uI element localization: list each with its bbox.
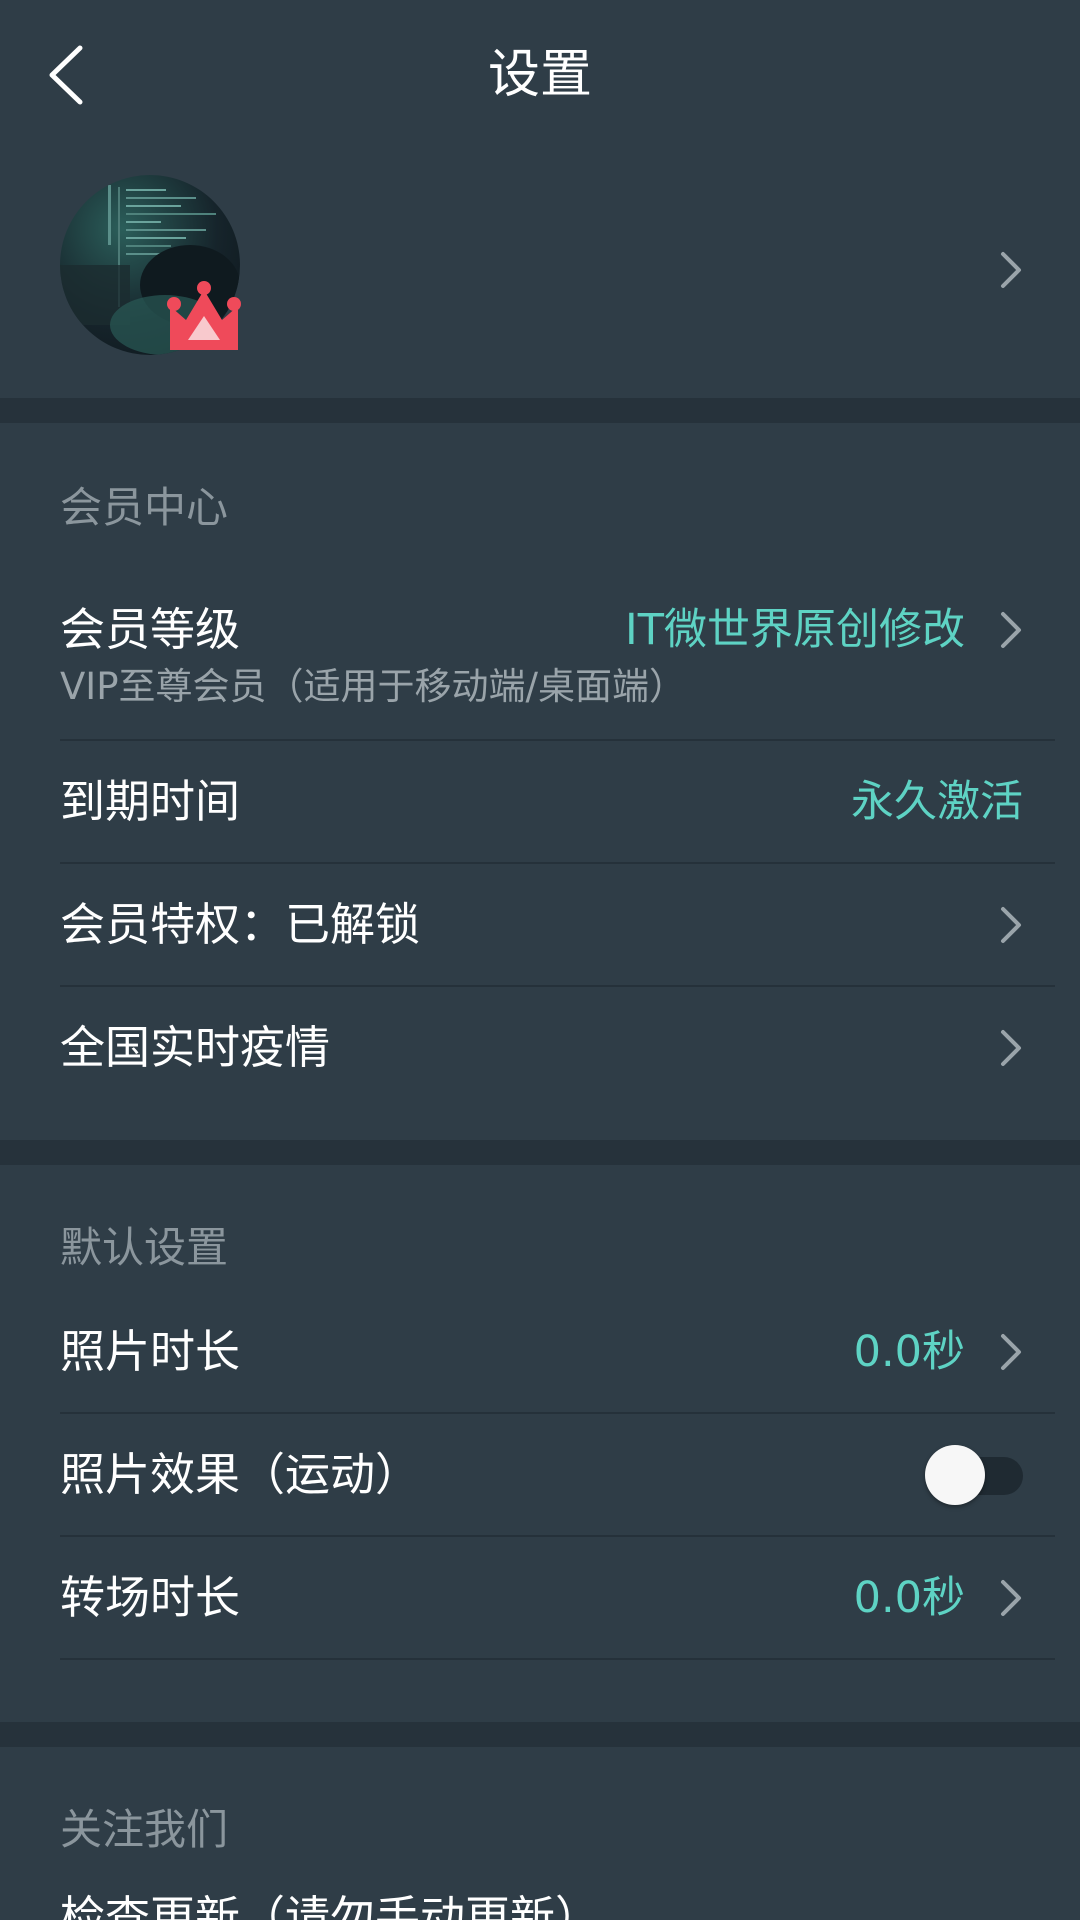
- toggle-knob: [925, 1445, 985, 1505]
- chevron-right-icon: [998, 1330, 1024, 1374]
- member-level-label: 会员等级: [60, 603, 241, 656]
- photo-duration-label: 照片时长: [60, 1325, 241, 1378]
- photo-duration-value: 0.0秒: [853, 1327, 965, 1377]
- divider: [60, 1658, 1055, 1660]
- row-privileges[interactable]: 会员特权：已解锁: [0, 863, 1080, 985]
- chevron-right-icon: [998, 903, 1024, 947]
- section-title-follow: 关注我们: [60, 1805, 229, 1854]
- photo-effect-label: 照片效果（运动）: [60, 1448, 421, 1501]
- chevron-right-icon: [998, 1576, 1024, 1620]
- row-transition-duration[interactable]: 转场时长 0.0秒: [0, 1536, 1080, 1658]
- transition-value: 0.0秒: [853, 1573, 965, 1623]
- member-level-value: IT微世界原创修改: [625, 605, 965, 655]
- row-photo-effect: 照片效果（运动）: [0, 1413, 1080, 1535]
- profile-row[interactable]: [0, 150, 1080, 395]
- epidemic-label: 全国实时疫情: [60, 1021, 331, 1074]
- expiry-value: 永久激活: [851, 777, 1023, 827]
- member-level-sub: VIP至尊会员（适用于移动端/桌面端）: [60, 665, 687, 708]
- section-title-defaults: 默认设置: [60, 1223, 229, 1272]
- crown-icon: [166, 280, 242, 356]
- chevron-right-icon: [998, 608, 1024, 652]
- row-member-level[interactable]: 会员等级 VIP至尊会员（适用于移动端/桌面端） IT微世界原创修改: [0, 588, 1080, 738]
- row-photo-duration[interactable]: 照片时长 0.0秒: [0, 1290, 1080, 1412]
- section-divider: [0, 398, 1080, 423]
- section-divider: [0, 1140, 1080, 1165]
- row-expiry: 到期时间 永久激活: [0, 740, 1080, 862]
- chevron-right-icon: [998, 1026, 1024, 1070]
- expiry-label: 到期时间: [60, 775, 241, 828]
- header: 设置: [0, 0, 1080, 150]
- section-divider: [0, 1722, 1080, 1747]
- privileges-label: 会员特权：已解锁: [60, 898, 421, 951]
- transition-label: 转场时长: [60, 1571, 241, 1624]
- row-epidemic[interactable]: 全国实时疫情: [0, 986, 1080, 1108]
- row-check-update[interactable]: 检查更新（请勿手动更新）: [0, 1880, 1080, 1920]
- section-title-membership: 会员中心: [60, 483, 229, 532]
- chevron-right-icon: [998, 248, 1024, 292]
- check-update-label: 检查更新（请勿手动更新）: [60, 1891, 601, 1920]
- photo-effect-toggle[interactable]: [925, 1443, 1023, 1505]
- page-title: 设置: [487, 45, 592, 105]
